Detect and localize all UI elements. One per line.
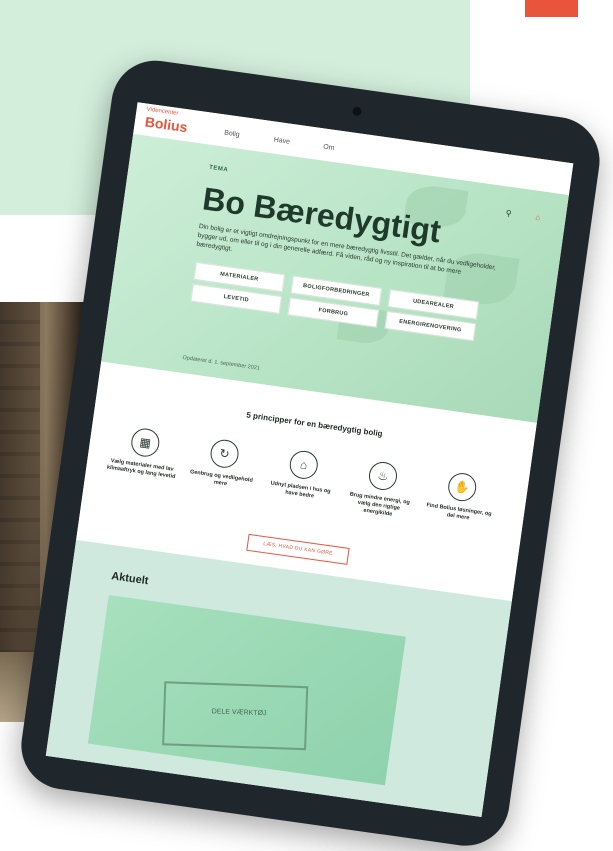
principle-item: ✋ Find Bolius løsninger, og del mere (423, 468, 499, 525)
nav-item-bolig[interactable]: Bolig (224, 130, 240, 139)
principle-text: Find Bolius løsninger, og del mere (426, 502, 492, 522)
energy-drop-icon: ♨ (367, 460, 399, 492)
bolius-logo[interactable]: Bolius (144, 113, 189, 135)
principle-item: ▦ Vælg materialer med lav klimaaftryk og… (106, 424, 182, 481)
updated-date: Opdateret d. 1. september 2021 (182, 354, 261, 372)
home-icon[interactable]: ⌂ (535, 213, 541, 223)
building-materials-icon: ▦ (129, 426, 162, 459)
nav-item-om[interactable]: Om (323, 143, 335, 152)
tablet-screen: Videncenter Bolius Bolig Have Om TEMA ⚲ … (45, 102, 574, 818)
hand-icon: ✋ (446, 471, 479, 503)
principle-text: Udnyt pladsen i hus og have bedre (270, 480, 331, 500)
principle-item: ⌂ Udnyt pladsen i hus og have bedre (264, 446, 340, 503)
news-heading: Aktuelt (110, 570, 150, 588)
principle-text: Genbrug og vedligehold mere (189, 469, 254, 488)
recycle-icon: ↻ (208, 437, 241, 470)
principle-text: Brug mindre energi, og vælg den rigtige … (349, 491, 411, 518)
brand-accent-block (525, 0, 578, 17)
read-more-button[interactable]: LÆS, HVAD DU KAN GØRE (246, 533, 350, 565)
nav-item-have[interactable]: Have (273, 137, 290, 146)
principle-item: ↻ Genbrug og vedligehold mere (185, 435, 261, 492)
principle-text: Vælg materialer med lav klimaaftryk og l… (106, 457, 176, 481)
news-article-image[interactable]: DELE VÆRKTØJ (87, 594, 406, 786)
house-leaf-icon: ⌂ (287, 449, 320, 481)
theme-tag: TEMA (208, 164, 229, 174)
search-icon[interactable]: ⚲ (505, 209, 512, 219)
tablet-device: Videncenter Bolius Bolig Have Om TEMA ⚲ … (15, 55, 606, 851)
camera-dot (351, 106, 363, 117)
principle-item: ♨ Brug mindre energi, og vælg den rigtig… (343, 457, 420, 521)
